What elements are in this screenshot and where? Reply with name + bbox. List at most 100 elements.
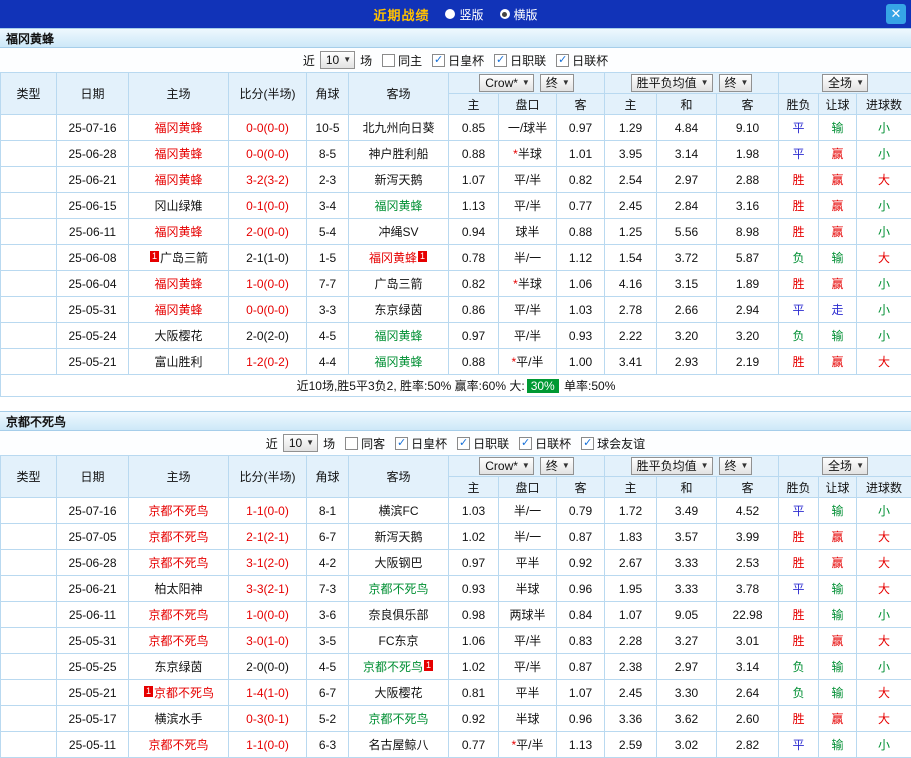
match-count-select[interactable]: 10▼ <box>320 51 355 69</box>
avg-home-cell: 1.95 <box>605 576 657 602</box>
league-checkbox[interactable]: ✓日联杯 <box>519 435 571 452</box>
league-checkbox[interactable]: ✓日皇杯 <box>395 435 447 452</box>
final-avg-select[interactable]: 终▼ <box>719 457 753 475</box>
result-cell: 平 <box>779 297 819 323</box>
layout-radio-option[interactable]: 竖版 <box>445 6 483 23</box>
handicap-result-cell: 赢 <box>819 193 857 219</box>
titlebar: 近期战绩 竖版横版 ✕ <box>0 0 911 28</box>
avg-away-cell: 3.78 <box>717 576 779 602</box>
odds-source-select[interactable]: Crow*▼ <box>479 457 534 475</box>
result-cell: 胜 <box>779 349 819 375</box>
league-checkbox[interactable]: ✓日职联 <box>457 435 509 452</box>
close-icon[interactable]: ✕ <box>886 4 906 24</box>
team-name: 福冈黄蜂 <box>6 30 54 47</box>
away-odds-cell: 0.82 <box>557 167 605 193</box>
home-team-name: 福冈黄蜂 <box>154 303 202 317</box>
away-team-cell: 大阪樱花 <box>349 680 449 706</box>
same-venue-checkbox-label: 同客 <box>361 435 385 452</box>
filter-header-row: 类型 日期 主场 比分(半场) 角球 客场 Crow*▼终▼ 胜平负均值▼终▼ … <box>1 73 911 94</box>
home-team-cell: 横滨水手 <box>129 706 229 732</box>
away-team-cell: FC东京 <box>349 628 449 654</box>
away-team-cell: 横滨FC <box>349 498 449 524</box>
league-checkbox[interactable]: ✓日职联 <box>494 52 546 69</box>
goals-cell: 小 <box>857 115 911 141</box>
away-team-cell: 福冈黄蜂 <box>349 193 449 219</box>
col-header-date: 日期 <box>57 456 129 498</box>
league-checkbox[interactable]: ✓日皇杯 <box>432 52 484 69</box>
unchecked-checkbox-icon <box>382 54 395 67</box>
corners-cell: 4-5 <box>307 654 349 680</box>
match-row: 日联杯25-06-04福冈黄蜂1-0(0-0)7-7广岛三箭0.82*半球1.0… <box>1 271 911 297</box>
radio-icon <box>445 9 455 19</box>
handicap-cell: 半/一 <box>499 524 557 550</box>
scope-select[interactable]: 全场▼ <box>822 74 868 92</box>
avg-draw-cell: 2.66 <box>657 297 717 323</box>
match-type-cell: 日皇杯 <box>1 219 57 245</box>
away-team-name: 福冈黄蜂 <box>374 355 422 369</box>
same-venue-checkbox[interactable]: 同主 <box>382 52 422 69</box>
corners-cell: 8-5 <box>307 141 349 167</box>
layout-radio-selected[interactable]: 横版 <box>500 6 538 23</box>
match-row: 日皇杯25-07-16福冈黄蜂0-0(0-0)10-5北九州向日葵0.85一/球… <box>1 115 911 141</box>
avg-home-cell: 1.72 <box>605 498 657 524</box>
home-team-name: 京都不死鸟 <box>154 686 214 700</box>
handicap-cell: 球半 <box>499 219 557 245</box>
col-header-avg-away: 客 <box>717 94 779 115</box>
home-odds-cell: 0.92 <box>449 706 499 732</box>
away-team-cell: 奈良俱乐部 <box>349 602 449 628</box>
avg-home-cell: 1.83 <box>605 524 657 550</box>
handicap-result-cell: 输 <box>819 323 857 349</box>
match-type-cell: 日职联 <box>1 323 57 349</box>
home-team-cell: 东京绿茵 <box>129 654 229 680</box>
home-odds-cell: 0.94 <box>449 219 499 245</box>
team-name-bar: 京都不死鸟 <box>0 411 911 431</box>
avg-type-select[interactable]: 胜平负均值▼ <box>631 74 713 92</box>
away-odds-cell: 0.79 <box>557 498 605 524</box>
league-checkbox[interactable]: ✓日联杯 <box>556 52 608 69</box>
odds-source-select[interactable]: Crow*▼ <box>479 74 534 92</box>
away-odds-cell: 1.13 <box>557 732 605 758</box>
handicap-result-cell: 赢 <box>819 349 857 375</box>
scope-select[interactable]: 全场▼ <box>822 457 868 475</box>
checked-checkbox-icon: ✓ <box>395 437 408 450</box>
handicap-result-cell: 输 <box>819 115 857 141</box>
filter-controls-row: 近10▼场同客✓日皇杯✓日职联✓日联杯✓球会友谊 <box>0 431 911 455</box>
final-odds-select[interactable]: 终▼ <box>540 457 574 475</box>
away-team-cell: 新泻天鹅 <box>349 524 449 550</box>
home-odds-cell: 0.88 <box>449 349 499 375</box>
avg-home-cell: 2.54 <box>605 167 657 193</box>
away-team-cell: 福冈黄蜂 <box>349 349 449 375</box>
goals-cell: 大 <box>857 576 911 602</box>
home-team-cell: 福冈黄蜂 <box>129 219 229 245</box>
final-avg-select[interactable]: 终▼ <box>719 74 753 92</box>
avg-away-cell: 4.52 <box>717 498 779 524</box>
same-venue-checkbox[interactable]: 同客 <box>345 435 385 452</box>
corners-cell: 4-4 <box>307 349 349 375</box>
away-odds-cell: 0.83 <box>557 628 605 654</box>
dropdown-arrow-icon: ▼ <box>306 435 314 451</box>
away-team-name: 京都不死鸟 <box>368 582 428 596</box>
away-team-name: 奈良俱乐部 <box>368 608 428 622</box>
match-count-select[interactable]: 10▼ <box>283 434 318 452</box>
over-rate-badge: 30% <box>527 379 559 393</box>
avg-home-cell: 3.36 <box>605 706 657 732</box>
score-cell: 1-2(0-2) <box>229 349 307 375</box>
home-team-cell: 福冈黄蜂 <box>129 167 229 193</box>
score-cell: 0-1(0-0) <box>229 193 307 219</box>
match-type-cell: 日职联 <box>1 167 57 193</box>
match-row: 日职联25-05-17横滨水手0-3(0-1)5-2京都不死鸟0.92半球0.9… <box>1 706 911 732</box>
match-type-cell: 日职联 <box>1 576 57 602</box>
away-team-name: 新泻天鹅 <box>374 530 422 544</box>
avg-draw-cell: 2.97 <box>657 654 717 680</box>
away-team-cell: 京都不死鸟 <box>349 576 449 602</box>
away-team-cell: 冲绳SV <box>349 219 449 245</box>
league-checkbox[interactable]: ✓球会友谊 <box>581 435 645 452</box>
handicap-cell: 平半 <box>499 550 557 576</box>
handicap-result-cell: 赢 <box>819 524 857 550</box>
avg-type-select[interactable]: 胜平负均值▼ <box>631 457 713 475</box>
col-header-goals: 进球数 <box>857 477 911 498</box>
radio-label: 横版 <box>514 6 538 23</box>
match-type-cell: 日皇杯 <box>1 602 57 628</box>
final-odds-select[interactable]: 终▼ <box>540 74 574 92</box>
avg-away-cell: 2.60 <box>717 706 779 732</box>
